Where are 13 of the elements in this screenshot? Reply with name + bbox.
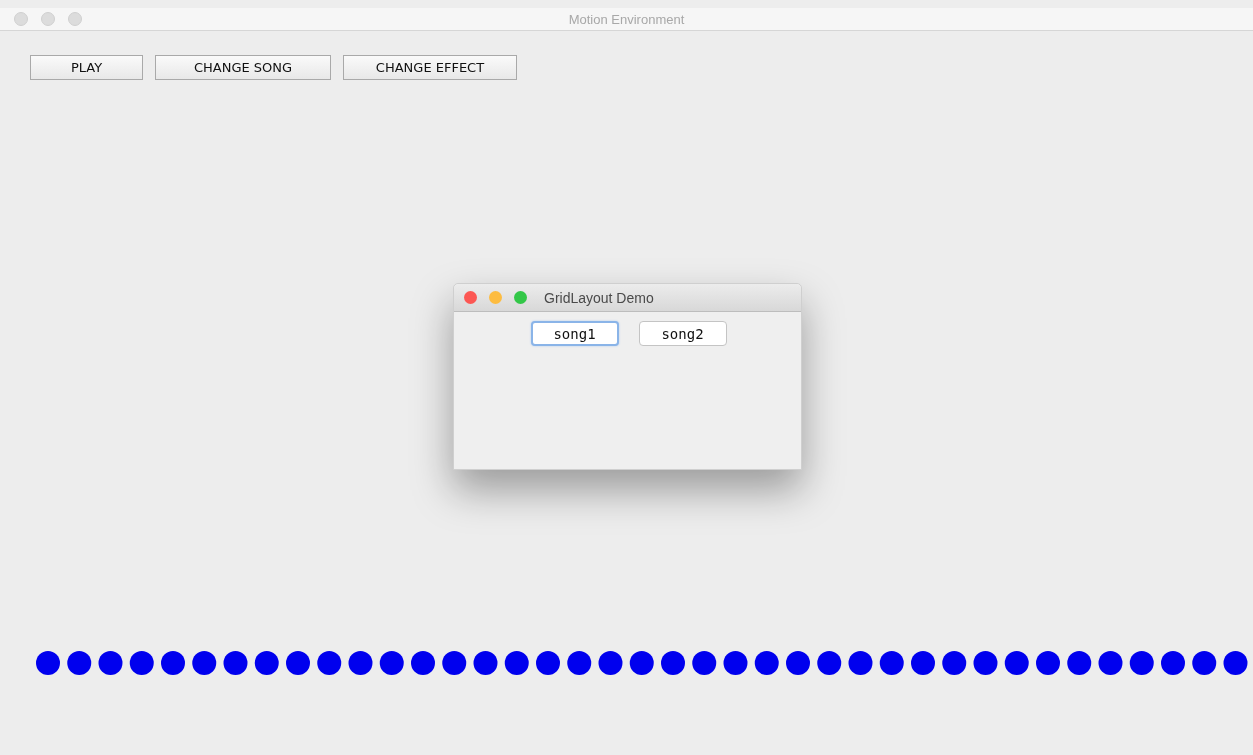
song-button[interactable]: song1	[530, 321, 619, 346]
minimize-button[interactable]	[41, 12, 55, 26]
toolbar-button[interactable]: PLAY	[30, 55, 143, 80]
close-button[interactable]	[14, 12, 28, 26]
minimize-button[interactable]	[489, 291, 502, 304]
song-button[interactable]: song2	[638, 321, 727, 346]
window-title: Motion Environment	[568, 11, 685, 27]
zoom-button[interactable]	[68, 12, 82, 26]
toolbar-button[interactable]: CHANGE EFFECT	[343, 55, 517, 80]
toolbar-button[interactable]: CHANGE SONG	[155, 55, 331, 80]
dialog-title: GridLayout Demo	[544, 289, 654, 306]
zoom-button[interactable]	[514, 291, 527, 304]
close-button[interactable]	[464, 291, 477, 304]
